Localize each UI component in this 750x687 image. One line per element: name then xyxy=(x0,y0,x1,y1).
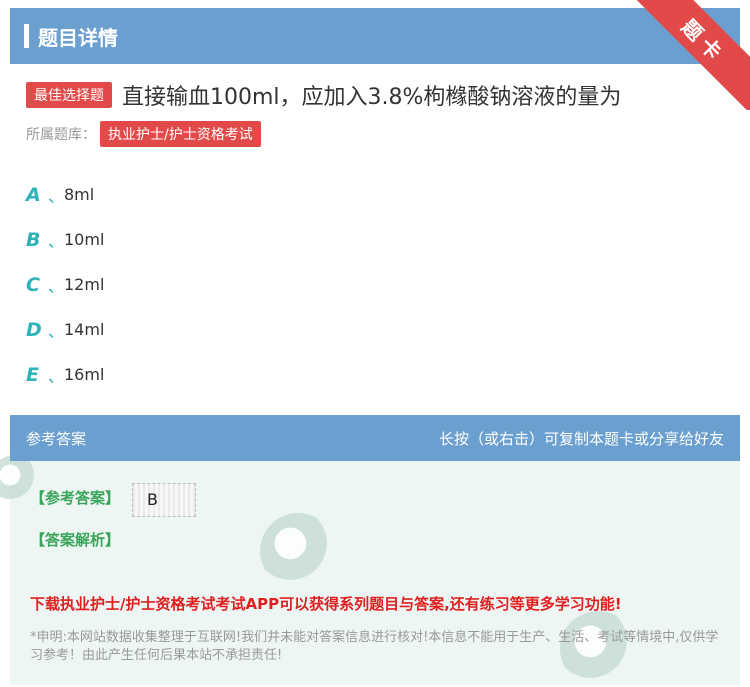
question-bank-label: 所属题库： xyxy=(26,127,96,143)
option-text: 8ml xyxy=(64,185,95,204)
option-text: 10ml xyxy=(64,230,105,249)
option-letter: E xyxy=(26,363,39,386)
app-download-promo[interactable]: 下载执业护士/护士资格考试考试APP可以获得系列题目与答案,还有练习等更多学习功… xyxy=(30,593,622,614)
question-type-badge: 最佳选择题 xyxy=(26,82,112,108)
options-list: A 、 8ml B 、 10ml C 、 12ml D 、 14ml E 、 1… xyxy=(26,172,104,397)
option-a[interactable]: A 、 8ml xyxy=(26,172,104,217)
answer-value-box: B xyxy=(132,483,196,517)
option-separator: 、 xyxy=(48,366,65,386)
option-b[interactable]: B 、 10ml xyxy=(26,217,104,262)
corner-ribbon-label: 题卡 xyxy=(623,0,750,110)
question-bank-line: 所属题库： 执业护士/护士资格考试 xyxy=(26,121,261,147)
option-text: 12ml xyxy=(64,275,105,294)
answer-panel: 参考答案 长按（或右击）可复制本题卡或分享给好友 【参考答案】 B 【答案解析】… xyxy=(0,415,740,687)
question-bank-tag[interactable]: 执业护士/护士资格考试 xyxy=(100,121,261,147)
answer-header-title: 参考答案 xyxy=(26,430,87,448)
option-letter: C xyxy=(26,273,40,296)
option-text: 16ml xyxy=(64,365,105,384)
option-separator: 、 xyxy=(48,276,65,296)
option-separator: 、 xyxy=(48,231,65,251)
question-text: 直接输血100ml，应加入3.8%枸橼酸钠溶液的量为 xyxy=(122,85,622,110)
share-hint: 长按（或右击）可复制本题卡或分享给好友 xyxy=(438,430,724,448)
disclaimer-text: *申明:本网站数据收集整理于互联网!我们并未能对答案信息进行核对!本信息不能用于… xyxy=(30,630,719,663)
watermark-logo-icon xyxy=(260,513,336,589)
corner-ribbon: 题卡 xyxy=(620,0,750,110)
option-letter: B xyxy=(26,228,41,251)
analysis-label: 【答案解析】 xyxy=(30,531,121,549)
option-separator: 、 xyxy=(48,321,65,341)
title-accent-bar xyxy=(24,24,29,48)
answer-value: B xyxy=(147,490,158,509)
answer-header: 参考答案 长按（或右击）可复制本题卡或分享给好友 xyxy=(10,415,740,461)
page-title: 题目详情 xyxy=(38,26,118,50)
option-separator: 、 xyxy=(48,186,65,206)
option-letter: D xyxy=(26,318,42,341)
option-text: 14ml xyxy=(64,320,105,339)
answer-label: 【参考答案】 xyxy=(30,489,121,507)
option-e[interactable]: E 、 16ml xyxy=(26,352,104,397)
option-letter: A xyxy=(26,183,41,206)
option-c[interactable]: C 、 12ml xyxy=(26,262,104,307)
question-line: 最佳选择题 直接输血100ml，应加入3.8%枸橼酸钠溶液的量为 xyxy=(26,80,621,110)
option-d[interactable]: D 、 14ml xyxy=(26,307,104,352)
